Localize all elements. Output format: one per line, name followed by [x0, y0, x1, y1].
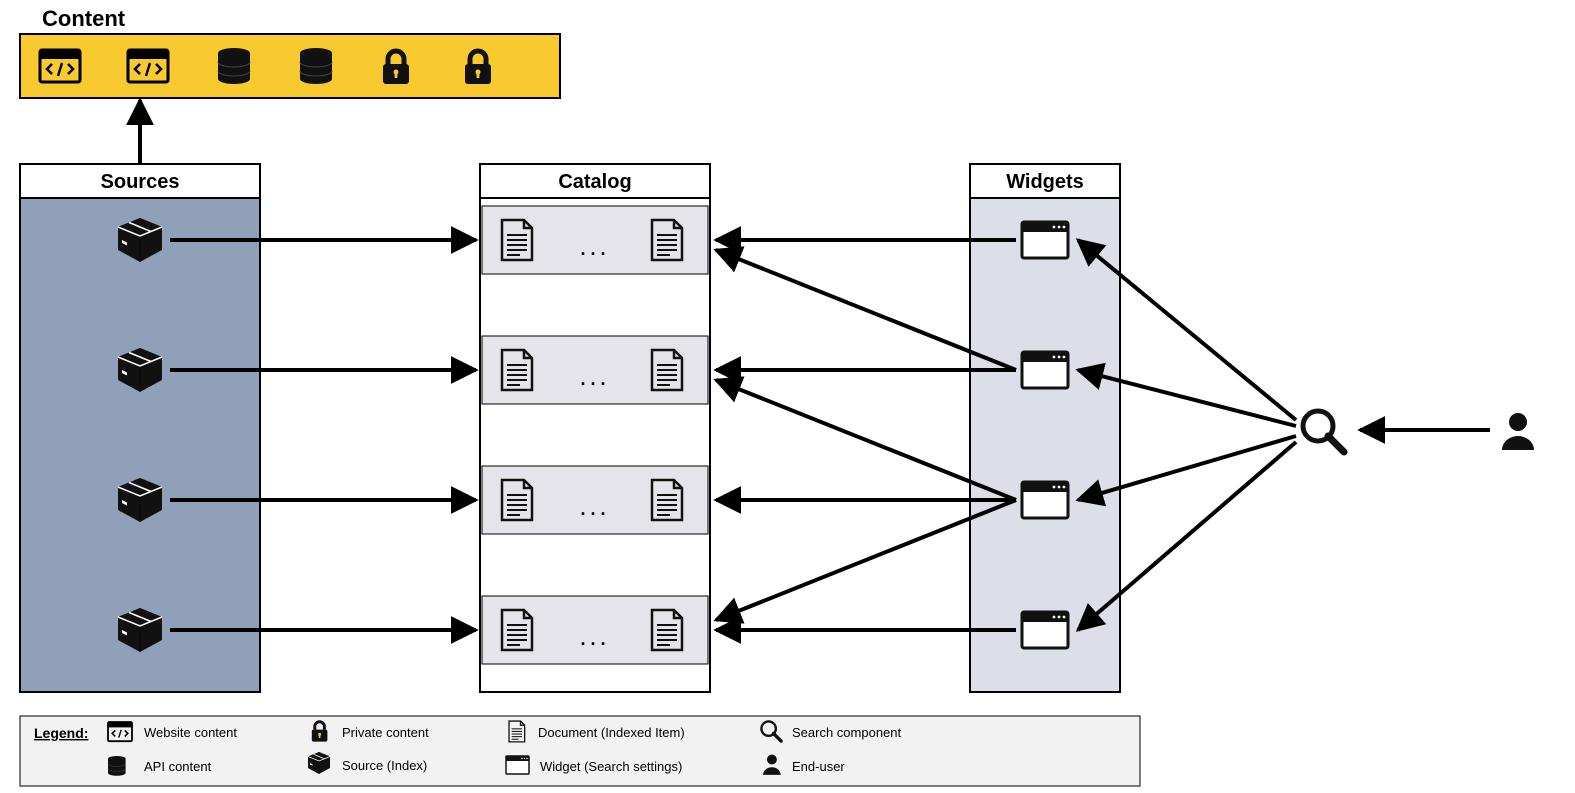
legend-label-private: Private content: [342, 725, 429, 740]
widgets-title: Widgets: [1006, 171, 1084, 193]
legend-label-website: Website content: [144, 725, 237, 740]
architecture-diagram: Content Sources Catalog . . .: [0, 0, 1575, 793]
legend-label-user: End-user: [792, 759, 845, 774]
sources-title: Sources: [101, 171, 180, 193]
svg-text:. . .: . . .: [580, 499, 605, 519]
catalog-row: . . .: [482, 466, 708, 534]
api-content-icon: [300, 48, 332, 84]
catalog-row: . . .: [482, 336, 708, 404]
widget-icon: [1022, 222, 1068, 258]
api-content-icon: [218, 48, 250, 84]
legend-heading: Legend:: [34, 725, 88, 741]
widget-icon: [1022, 612, 1068, 648]
search-component-icon: [1303, 411, 1344, 452]
svg-text:. . .: . . .: [580, 239, 605, 259]
end-user-icon: [1502, 413, 1534, 450]
svg-text:. . .: . . .: [580, 629, 605, 649]
legend-box: Legend: Website content Private content …: [20, 716, 1140, 786]
legend-label-source: Source (Index): [342, 758, 427, 773]
catalog-box: Catalog . . . . . . . . . . . .: [480, 164, 710, 692]
legend-label-search: Search component: [792, 725, 902, 740]
widget-icon: [506, 756, 529, 774]
catalog-title: Catalog: [558, 171, 631, 193]
legend-label-widget: Widget (Search settings): [540, 759, 682, 774]
catalog-row: . . .: [482, 206, 708, 274]
content-title: Content: [42, 6, 126, 31]
svg-text:. . .: . . .: [580, 369, 605, 389]
widget-icon: [1022, 352, 1068, 388]
legend-label-document: Document (Indexed Item): [538, 725, 685, 740]
catalog-row: . . .: [482, 596, 708, 664]
widget-icon: [1022, 482, 1068, 518]
api-content-icon: [108, 756, 126, 776]
legend-label-api: API content: [144, 759, 212, 774]
